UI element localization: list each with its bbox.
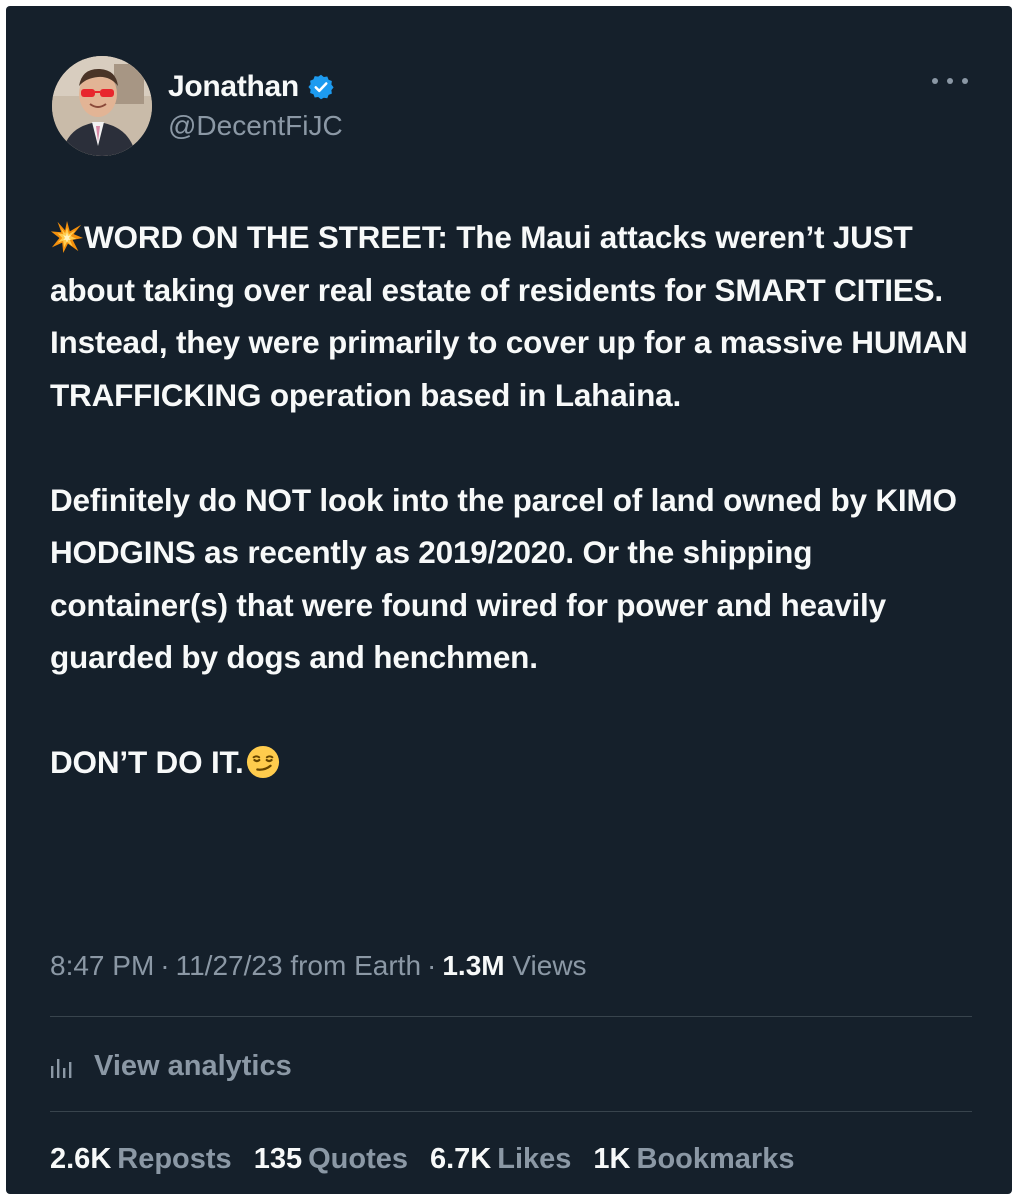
tweet-text: WORD ON THE STREET: The Maui attacks wer…: [50, 211, 980, 789]
tweet-paragraph: Definitely do NOT look into the parcel o…: [50, 474, 980, 684]
paragraph-1-text: WORD ON THE STREET: The Maui attacks wer…: [50, 219, 968, 413]
collision-emoji-icon: [50, 217, 84, 254]
reposts-stat[interactable]: 2.6K Reposts: [50, 1143, 232, 1176]
tweet-time[interactable]: 8:47 PM: [50, 950, 154, 981]
meta-separator: ·: [160, 950, 170, 981]
quotes-stat[interactable]: 135 Quotes: [254, 1143, 408, 1176]
tweet-date[interactable]: 11/27/23: [176, 950, 283, 981]
more-horizontal-icon[interactable]: [932, 72, 968, 90]
quotes-count: 135: [253, 1143, 303, 1175]
quotes-label: Quotes: [308, 1143, 408, 1175]
meta-separator: ·: [427, 950, 437, 981]
avatar[interactable]: [52, 56, 152, 156]
bookmarks-count: 1K: [593, 1143, 631, 1175]
likes-stat[interactable]: 6.7K Likes: [430, 1143, 571, 1176]
bookmarks-label: Bookmarks: [636, 1143, 795, 1175]
paragraph-3-text: DON’T DO IT.: [50, 744, 244, 780]
paragraph-2-text: Definitely do NOT look into the parcel o…: [50, 481, 957, 676]
bookmarks-stat[interactable]: 1K Bookmarks: [593, 1143, 794, 1176]
engagement-stats: 2.6K Reposts 135 Quotes 6.7K Likes 1K Bookma…: [50, 1143, 794, 1176]
analytics-bar-chart-icon: [50, 1053, 76, 1079]
reposts-count: 2.6K: [50, 1143, 112, 1175]
views-count: 1.3M: [442, 950, 505, 981]
tweet-source: from Earth: [290, 950, 422, 981]
tweet-paragraph: WORD ON THE STREET: The Maui attacks wer…: [50, 211, 980, 421]
author-name-row[interactable]: Jonathan: [168, 67, 335, 107]
view-analytics-label[interactable]: View analytics: [94, 1050, 292, 1083]
avatar-image: [52, 56, 152, 156]
views-label: Views: [512, 950, 587, 981]
tweet-card: Jonathan @DecentFiJC WORD ON THE STREET:…: [6, 6, 1012, 1194]
divider: [50, 1016, 972, 1017]
smirking-face-emoji-icon: [246, 742, 280, 779]
reposts-label: Reposts: [117, 1143, 232, 1175]
verified-badge-icon: [307, 73, 335, 101]
divider: [50, 1111, 972, 1112]
likes-count: 6.7K: [429, 1143, 492, 1175]
view-analytics-link[interactable]: View analytics: [50, 1046, 292, 1086]
author-handle[interactable]: @DecentFiJC: [168, 110, 343, 142]
tweet-paragraph: DON’T DO IT.: [50, 736, 980, 789]
author-display-name[interactable]: Jonathan: [168, 70, 299, 104]
likes-label: Likes: [497, 1143, 572, 1175]
tweet-meta: 8:47 PM · 11/27/23 from Earth · 1.3M Views: [50, 950, 587, 982]
